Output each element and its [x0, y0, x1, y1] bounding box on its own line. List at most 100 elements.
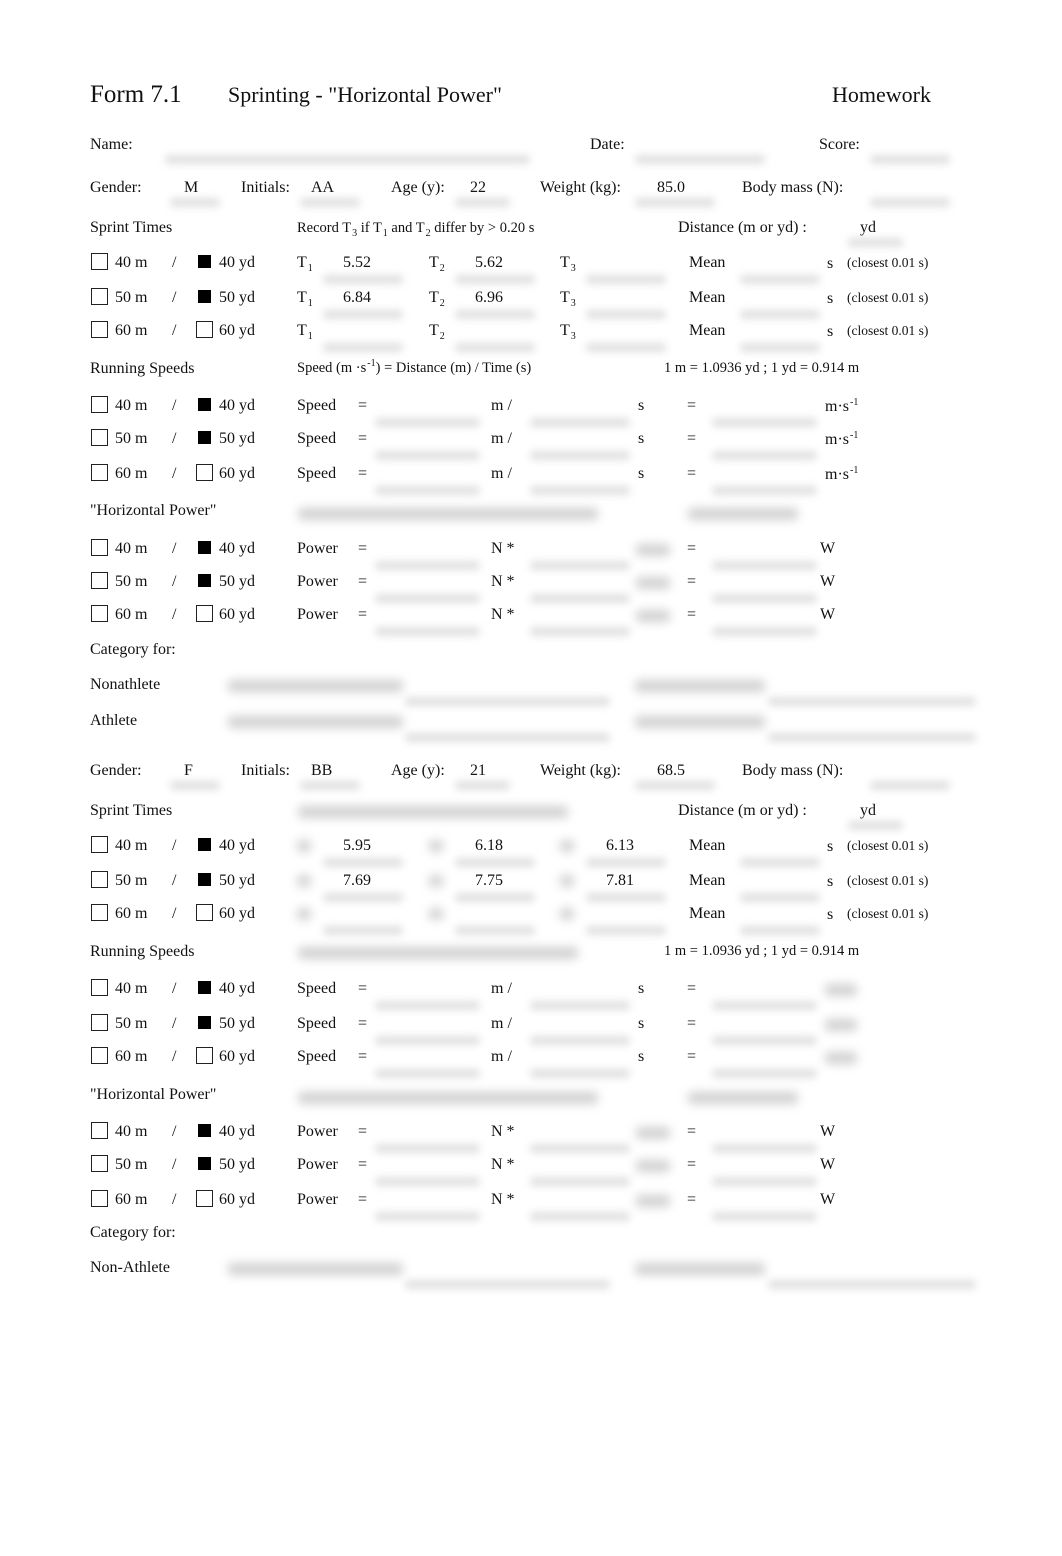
speed-distance-field[interactable] — [375, 1036, 480, 1045]
checkbox-50m[interactable] — [91, 288, 108, 305]
t1-field[interactable] — [323, 858, 403, 867]
t2-value[interactable]: 7.75 — [475, 873, 503, 889]
t3-field[interactable] — [586, 858, 666, 867]
gender-field[interactable] — [170, 198, 220, 207]
initials-value[interactable]: BB — [311, 763, 332, 779]
mean-field[interactable] — [740, 893, 820, 902]
mean-field[interactable] — [740, 926, 820, 935]
speed-time-field[interactable] — [530, 1001, 630, 1010]
checkbox-50m[interactable] — [91, 871, 108, 888]
age-field[interactable] — [455, 198, 510, 207]
t2-field[interactable] — [455, 926, 535, 935]
checkbox-50m[interactable] — [91, 572, 108, 589]
t2-field[interactable] — [455, 893, 535, 902]
category-speed-field[interactable] — [405, 1280, 610, 1289]
initials-field[interactable] — [300, 198, 360, 207]
checkbox-40yd[interactable] — [198, 398, 211, 411]
checkbox-40yd[interactable] — [198, 1124, 211, 1137]
initials-value[interactable]: AA — [311, 180, 334, 196]
checkbox-60yd[interactable] — [196, 605, 213, 622]
body-mass-field[interactable] — [870, 781, 950, 790]
t1-value[interactable]: 6.84 — [343, 290, 371, 306]
t1-field[interactable] — [323, 310, 403, 319]
speed-distance-field[interactable] — [375, 451, 480, 460]
t2-value[interactable]: 6.96 — [475, 290, 503, 306]
power-speed-field[interactable] — [530, 627, 630, 636]
power-result-field[interactable] — [712, 1144, 817, 1153]
checkbox-60yd[interactable] — [196, 1047, 213, 1064]
mean-field[interactable] — [740, 310, 820, 319]
checkbox-60m[interactable] — [91, 605, 108, 622]
score-field[interactable] — [870, 155, 950, 164]
checkbox-40m[interactable] — [91, 396, 108, 413]
body-mass-field[interactable] — [870, 198, 950, 207]
t1-value[interactable]: 7.69 — [343, 873, 371, 889]
checkbox-40m[interactable] — [91, 253, 108, 270]
checkbox-50yd[interactable] — [198, 1016, 211, 1029]
checkbox-50yd[interactable] — [198, 431, 211, 444]
checkbox-50m[interactable] — [91, 429, 108, 446]
power-speed-field[interactable] — [530, 1212, 630, 1221]
gender-value[interactable]: F — [184, 763, 193, 779]
t1-value[interactable]: 5.52 — [343, 255, 371, 271]
checkbox-60m[interactable] — [91, 1047, 108, 1064]
t3-field[interactable] — [586, 343, 666, 352]
date-field[interactable] — [635, 155, 765, 164]
power-force-field[interactable] — [375, 561, 480, 570]
checkbox-60m[interactable] — [91, 904, 108, 921]
weight-field[interactable] — [635, 198, 715, 207]
checkbox-60yd[interactable] — [196, 1190, 213, 1207]
speed-distance-field[interactable] — [375, 1001, 480, 1010]
checkbox-60yd[interactable] — [196, 321, 213, 338]
mean-field[interactable] — [740, 343, 820, 352]
checkbox-60yd[interactable] — [196, 464, 213, 481]
checkbox-40m[interactable] — [91, 836, 108, 853]
speed-result-field[interactable] — [712, 1069, 817, 1078]
speed-time-field[interactable] — [530, 1069, 630, 1078]
distance-unit[interactable]: yd — [860, 220, 876, 236]
t3-value[interactable]: 7.81 — [606, 873, 634, 889]
category-power-field[interactable] — [768, 733, 976, 742]
age-value[interactable]: 22 — [470, 180, 486, 196]
checkbox-40m[interactable] — [91, 539, 108, 556]
speed-result-field[interactable] — [712, 486, 817, 495]
checkbox-50yd[interactable] — [198, 873, 211, 886]
power-speed-field[interactable] — [530, 1144, 630, 1153]
speed-result-field[interactable] — [712, 1036, 817, 1045]
weight-value[interactable]: 68.5 — [657, 763, 685, 779]
t2-field[interactable] — [455, 858, 535, 867]
initials-field[interactable] — [300, 781, 360, 790]
checkbox-40m[interactable] — [91, 979, 108, 996]
mean-field[interactable] — [740, 858, 820, 867]
t3-field[interactable] — [586, 275, 666, 284]
checkbox-40m[interactable] — [91, 1122, 108, 1139]
checkbox-40yd[interactable] — [198, 838, 211, 851]
checkbox-50yd[interactable] — [198, 290, 211, 303]
distance-unit[interactable]: yd — [860, 803, 876, 819]
t3-field[interactable] — [586, 926, 666, 935]
speed-time-field[interactable] — [530, 418, 630, 427]
checkbox-60m[interactable] — [91, 321, 108, 338]
speed-time-field[interactable] — [530, 451, 630, 460]
power-result-field[interactable] — [712, 1177, 817, 1186]
checkbox-60m[interactable] — [91, 1190, 108, 1207]
t3-value[interactable]: 6.13 — [606, 838, 634, 854]
speed-distance-field[interactable] — [375, 1069, 480, 1078]
checkbox-60m[interactable] — [91, 464, 108, 481]
speed-result-field[interactable] — [712, 1001, 817, 1010]
power-result-field[interactable] — [712, 561, 817, 570]
gender-field[interactable] — [170, 781, 220, 790]
power-force-field[interactable] — [375, 1177, 480, 1186]
power-speed-field[interactable] — [530, 561, 630, 570]
name-field[interactable] — [165, 155, 530, 164]
t2-value[interactable]: 6.18 — [475, 838, 503, 854]
speed-result-field[interactable] — [712, 451, 817, 460]
distance-field[interactable] — [848, 238, 903, 247]
category-speed-field[interactable] — [405, 697, 610, 706]
checkbox-40yd[interactable] — [198, 255, 211, 268]
t1-field[interactable] — [323, 893, 403, 902]
speed-distance-field[interactable] — [375, 418, 480, 427]
t1-field[interactable] — [323, 343, 403, 352]
mean-field[interactable] — [740, 275, 820, 284]
checkbox-50yd[interactable] — [198, 1157, 211, 1170]
